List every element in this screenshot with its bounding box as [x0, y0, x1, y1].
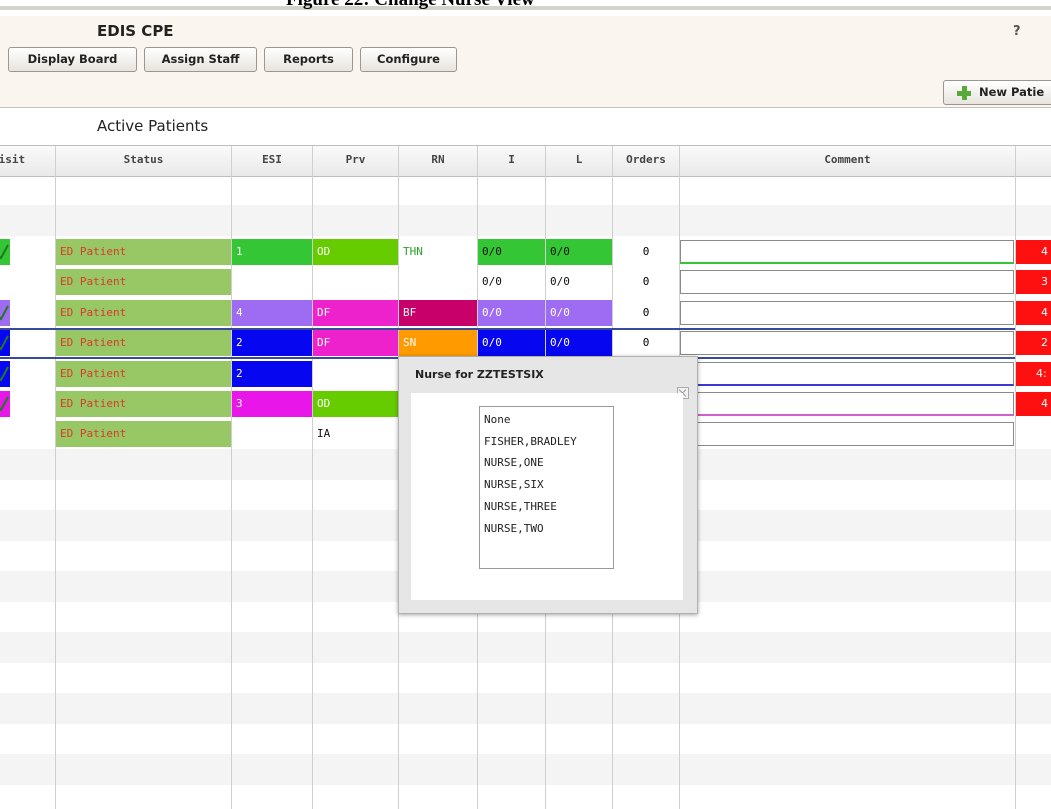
- status-cell[interactable]: ED Patient: [56, 361, 231, 387]
- nurse-option[interactable]: NURSE,TWO: [484, 519, 544, 539]
- status-cell[interactable]: ED Patient: [56, 300, 231, 326]
- status-cell[interactable]: ED Patient: [56, 421, 231, 447]
- grid-stripe: [0, 632, 1051, 663]
- col-prv[interactable]: Prv: [313, 146, 398, 176]
- nurse-option[interactable]: NURSE,ONE: [484, 453, 544, 473]
- l-cell: 0/0: [546, 330, 612, 356]
- nurse-option[interactable]: FISHER,BRADLEY: [484, 432, 577, 452]
- prv-cell[interactable]: OD: [313, 391, 398, 417]
- visit-check-icon: [0, 330, 10, 356]
- status-cell[interactable]: ED Patient: [56, 330, 231, 356]
- nurse-option[interactable]: NURSE,SIX: [484, 475, 544, 495]
- esi-cell[interactable]: 3: [232, 391, 312, 417]
- orders-cell: 0: [642, 275, 650, 288]
- i-cell: 0/0: [478, 239, 545, 265]
- grid-stripe: [0, 754, 1051, 785]
- col-l[interactable]: L: [546, 146, 612, 176]
- assign-staff-button[interactable]: Assign Staff: [144, 47, 257, 72]
- l-cell: 0/0: [546, 300, 612, 326]
- orders-cell: 0: [642, 336, 650, 349]
- prv-cell[interactable]: OD: [313, 239, 398, 265]
- col-visit[interactable]: Visit: [0, 146, 47, 176]
- new-patient-button[interactable]: New Patie: [943, 80, 1051, 105]
- alert-cell: 4: [1016, 240, 1051, 264]
- status-cell[interactable]: ED Patient: [56, 269, 231, 295]
- grid-stripe: [0, 205, 1051, 236]
- col-i[interactable]: I: [478, 146, 545, 176]
- prv-cell[interactable]: DF: [313, 330, 398, 356]
- figure-caption-text: Figure 22: Change Nurse View: [286, 0, 535, 11]
- l-cell: 0/0: [550, 275, 570, 288]
- alert-cell: 2: [1016, 331, 1051, 355]
- display-board-button[interactable]: Display Board: [8, 47, 137, 72]
- alert-cell: 4: [1016, 392, 1051, 416]
- plus-icon: [957, 86, 971, 100]
- alert-cell: 3: [1016, 270, 1051, 294]
- esi-cell[interactable]: 4: [232, 300, 312, 326]
- visit-check-icon: [0, 361, 10, 387]
- configure-button[interactable]: Configure: [360, 47, 457, 72]
- visit-check-icon: [0, 239, 10, 265]
- i-cell: 0/0: [478, 300, 545, 326]
- col-rn[interactable]: RN: [399, 146, 477, 176]
- figure-caption: Figure 22: Change Nurse View: [0, 0, 1051, 16]
- rn-cell[interactable]: BF: [399, 300, 477, 326]
- status-cell[interactable]: ED Patient: [56, 391, 231, 417]
- visit-check-icon: [0, 391, 10, 417]
- comment-input[interactable]: [680, 362, 1014, 386]
- grid-header: Visit Status ESI Prv RN I L Orders Comme…: [0, 146, 1051, 177]
- esi-cell[interactable]: 2: [232, 361, 312, 387]
- section-title: Active Patients: [97, 117, 209, 135]
- rn-cell[interactable]: SN: [399, 330, 477, 356]
- rn-cell[interactable]: THN: [399, 239, 477, 265]
- col-esi[interactable]: ESI: [232, 146, 312, 176]
- i-cell: 0/0: [482, 275, 502, 288]
- col-orders[interactable]: Orders: [613, 146, 679, 176]
- grid-stripe: [0, 693, 1051, 724]
- col-comment[interactable]: Comment: [680, 146, 1015, 176]
- comment-input[interactable]: [680, 301, 1014, 325]
- new-patient-label: New Patie: [979, 85, 1045, 99]
- comment-input[interactable]: [680, 331, 1014, 355]
- prv-cell[interactable]: DF: [313, 300, 398, 326]
- popup-body: None FISHER,BRADLEY NURSE,ONE NURSE,SIX …: [411, 393, 683, 600]
- reports-button[interactable]: Reports: [264, 47, 353, 72]
- prv-cell[interactable]: IA: [313, 421, 398, 447]
- visit-check-icon: [0, 300, 10, 326]
- orders-cell: 0: [642, 245, 650, 258]
- comment-input[interactable]: [680, 270, 1014, 294]
- col-status[interactable]: Status: [56, 146, 231, 176]
- popup-title: Nurse for ZZTESTSIX: [415, 368, 544, 381]
- nurse-option[interactable]: NURSE,THREE: [484, 497, 557, 517]
- nurse-listbox[interactable]: None FISHER,BRADLEY NURSE,ONE NURSE,SIX …: [479, 406, 614, 569]
- orders-cell: 0: [642, 306, 650, 319]
- i-cell: 0/0: [478, 330, 545, 356]
- comment-input[interactable]: [680, 422, 1014, 446]
- app-title: EDIS CPE: [97, 22, 174, 40]
- comment-input[interactable]: [680, 392, 1014, 416]
- comment-input[interactable]: [680, 240, 1014, 264]
- help-icon[interactable]: ?: [1013, 24, 1021, 39]
- status-cell[interactable]: ED Patient: [56, 239, 231, 265]
- nurse-option[interactable]: None: [484, 410, 511, 430]
- nurse-popup: Nurse for ZZTESTSIX None FISHER,BRADLEY …: [398, 356, 698, 614]
- l-cell: 0/0: [546, 239, 612, 265]
- alert-cell: 4:: [1016, 362, 1051, 386]
- esi-cell[interactable]: 1: [232, 239, 312, 265]
- alert-cell: 4: [1016, 301, 1051, 325]
- esi-cell[interactable]: 2: [232, 330, 312, 356]
